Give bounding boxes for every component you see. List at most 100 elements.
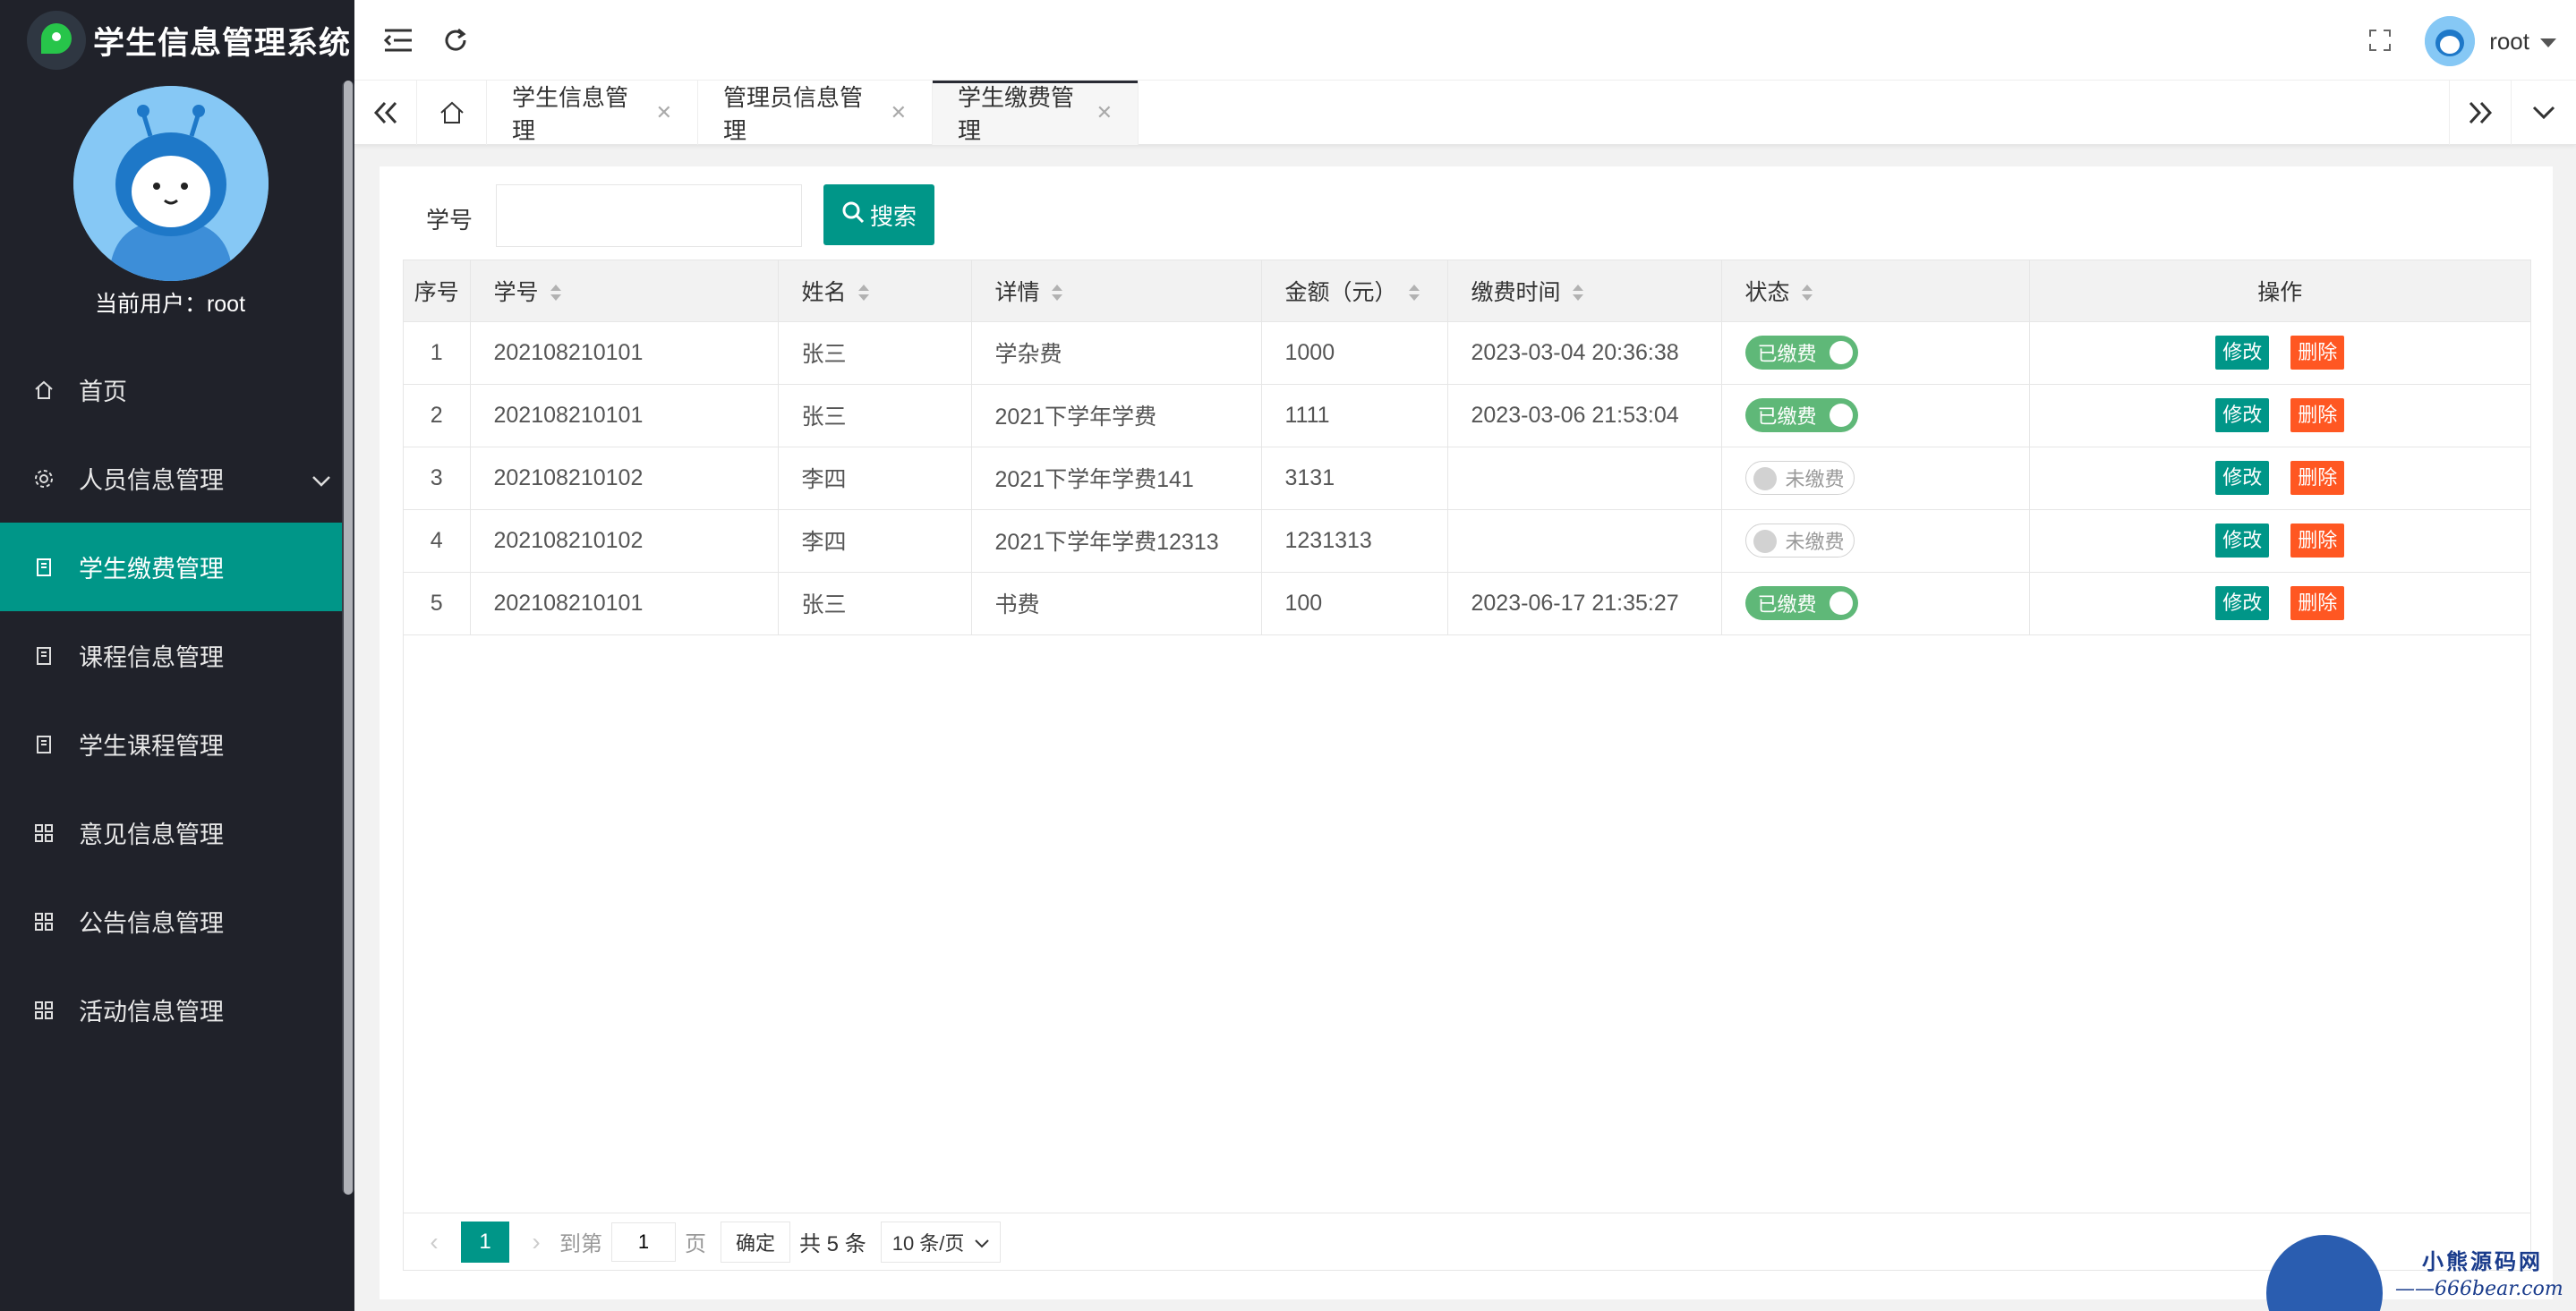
tab-admin-info[interactable]: 管理员信息管理 ✕ [698, 81, 933, 145]
sort-icon[interactable] [1572, 284, 1584, 303]
status-label: 未缴费 [1785, 531, 1845, 553]
sort-icon[interactable] [1051, 284, 1063, 303]
content-card: 学号 搜索 序号 学号 姓名 详情 金额（元） 缴费时间 状态 操作 1 202… [380, 166, 2553, 1299]
page-unit-label: 页 [685, 1232, 706, 1256]
sidebar: 学生信息管理系统 当前用户：root 首页 人员信息管理 学生缴费管理 课程信息… [0, 0, 354, 1311]
delete-button[interactable]: 删除 [2290, 461, 2345, 495]
tab-payment[interactable]: 学生缴费管理 ✕ [933, 81, 1139, 145]
fullscreen-icon[interactable] [2363, 23, 2397, 57]
edit-button[interactable]: 修改 [2215, 586, 2270, 620]
delete-button[interactable]: 删除 [2290, 524, 2345, 558]
sidebar-item-label: 公告信息管理 [79, 910, 224, 937]
table-row: 5 202108210101 张三 书费 100 2023-06-17 21:35:27 已… [404, 572, 2530, 635]
cell-student-id: 202108210101 [470, 321, 779, 385]
header-status[interactable]: 状态 [1721, 260, 2030, 322]
current-user-label: 当前用户：root [94, 292, 246, 317]
tab-home[interactable] [417, 81, 487, 145]
cell-student-id: 202108210101 [470, 384, 779, 447]
cell-name: 张三 [778, 572, 972, 635]
student-id-search-input[interactable] [496, 184, 802, 247]
delete-button[interactable]: 删除 [2290, 336, 2345, 370]
status-toggle[interactable]: 已缴费 [1744, 336, 1858, 370]
tab-label: 管理员信息管理 [723, 84, 864, 144]
delete-button[interactable]: 删除 [2290, 586, 2345, 620]
search-label: 学号 [426, 207, 473, 234]
app-title: 学生信息管理系统 [93, 25, 352, 61]
status-toggle[interactable]: 已缴费 [1744, 398, 1858, 432]
sidebar-item-label: 首页 [79, 379, 127, 405]
sort-icon[interactable] [857, 284, 870, 303]
cell-index: 4 [404, 509, 471, 573]
page-number-current[interactable]: 1 [461, 1221, 509, 1263]
sort-icon[interactable] [550, 284, 562, 303]
cell-student-id: 202108210101 [470, 572, 779, 635]
cell-status: 已缴费 [1721, 321, 2030, 385]
goto-confirm-button[interactable]: 确定 [721, 1221, 791, 1263]
cell-amount: 100 [1261, 572, 1448, 635]
sidebar-item-notice[interactable]: 公告信息管理 [0, 877, 342, 966]
toggle-knob [1829, 404, 1853, 427]
cell-pay-time [1447, 447, 1722, 510]
logo[interactable]: 学生信息管理系统 [0, 0, 354, 81]
header-detail[interactable]: 详情 [971, 260, 1262, 322]
user-menu[interactable]: root [2425, 16, 2556, 66]
cell-status: 未缴费 [1721, 447, 2030, 510]
edit-button[interactable]: 修改 [2215, 461, 2270, 495]
status-toggle[interactable]: 未缴费 [1744, 461, 1855, 495]
sidebar-item-label: 活动信息管理 [79, 999, 224, 1026]
cell-actions: 修改 删除 [2029, 509, 2530, 573]
cell-actions: 修改 删除 [2029, 447, 2530, 510]
sidebar-item-label: 意见信息管理 [79, 822, 224, 848]
sidebar-item-feedback[interactable]: 意见信息管理 [0, 788, 342, 877]
delete-button[interactable]: 删除 [2290, 398, 2345, 432]
payment-table: 序号 学号 姓名 详情 金额（元） 缴费时间 状态 操作 1 2021082101… [403, 260, 2531, 1271]
next-page-icon[interactable]: › [522, 1222, 550, 1262]
tabs-scroll-left-icon[interactable] [354, 81, 417, 145]
watermark-brand: 小熊源码网 [2422, 1248, 2543, 1274]
prev-page-icon[interactable]: ‹ [420, 1222, 448, 1262]
status-toggle[interactable]: 已缴费 [1744, 586, 1858, 620]
cell-actions: 修改 删除 [2029, 572, 2530, 635]
menu-collapse-icon[interactable] [381, 23, 415, 57]
tab-student-info[interactable]: 学生信息管理 ✕ [487, 81, 698, 145]
page-size-select[interactable]: 10 条/页 [880, 1221, 1002, 1263]
document-icon [32, 644, 55, 668]
cell-pay-time: 2023-03-06 21:53:04 [1447, 384, 1722, 447]
status-toggle[interactable]: 未缴费 [1744, 524, 1855, 558]
sidebar-item-personnel[interactable]: 人员信息管理 [0, 434, 342, 523]
tabs-scroll-right-icon[interactable] [2449, 81, 2512, 145]
sidebar-item-home[interactable]: 首页 [0, 345, 342, 434]
edit-button[interactable]: 修改 [2215, 336, 2270, 370]
edit-button[interactable]: 修改 [2215, 398, 2270, 432]
sort-icon[interactable] [1408, 284, 1420, 303]
tabs-menu-chevron-down-icon[interactable] [2512, 81, 2576, 145]
search-button[interactable]: 搜索 [823, 184, 934, 245]
header-pay-time[interactable]: 缴费时间 [1447, 260, 1722, 322]
app-grid-icon [32, 822, 55, 845]
scrollbar-thumb[interactable] [344, 81, 353, 1195]
goto-page-input[interactable] [611, 1222, 676, 1262]
sidebar-item-student-course[interactable]: 学生课程管理 [0, 700, 342, 788]
close-icon[interactable]: ✕ [891, 101, 907, 124]
sidebar-scrollbar[interactable] [342, 81, 354, 1195]
sidebar-item-activity[interactable]: 活动信息管理 [0, 966, 342, 1054]
user-avatar [73, 86, 269, 281]
cell-name: 张三 [778, 384, 972, 447]
header-student-id[interactable]: 学号 [470, 260, 779, 322]
sort-icon[interactable] [1801, 284, 1813, 303]
table-row: 2 202108210101 张三 2021下学年学费 1111 2023-03-06 2… [404, 384, 2530, 447]
close-icon[interactable]: ✕ [1096, 101, 1113, 124]
header-amount[interactable]: 金额（元） [1261, 260, 1448, 322]
edit-button[interactable]: 修改 [2215, 524, 2270, 558]
cell-detail: 2021下学年学费 [971, 384, 1262, 447]
cell-index: 5 [404, 572, 471, 635]
status-label: 未缴费 [1785, 468, 1845, 490]
refresh-icon[interactable] [439, 23, 473, 57]
sidebar-item-payment[interactable]: 学生缴费管理 [0, 523, 342, 611]
header-name[interactable]: 姓名 [778, 260, 972, 322]
cell-amount: 1000 [1261, 321, 1448, 385]
sidebar-item-course[interactable]: 课程信息管理 [0, 611, 342, 700]
cell-status: 已缴费 [1721, 384, 2030, 447]
close-icon[interactable]: ✕ [656, 101, 672, 124]
chevron-down-icon [975, 1230, 990, 1254]
